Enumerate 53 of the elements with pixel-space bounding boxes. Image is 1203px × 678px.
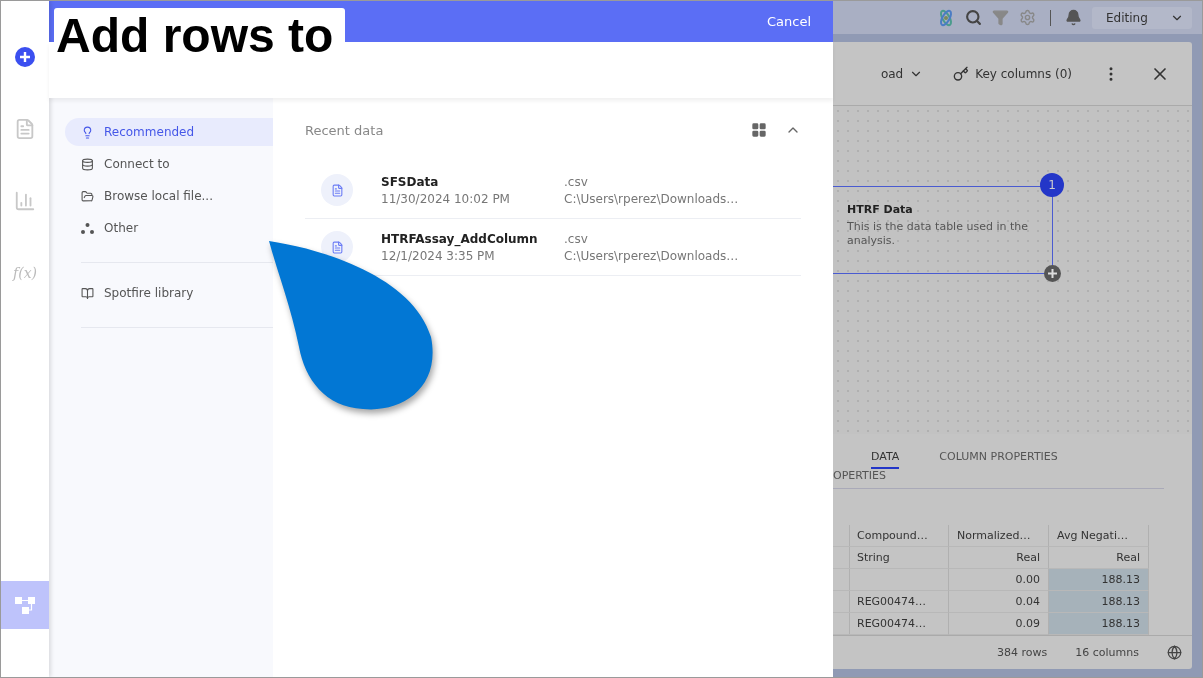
- tab[interactable]: COLUMN PROPERTIES: [939, 450, 1058, 469]
- node-title: HTRF Data: [847, 203, 914, 216]
- node-badge: 1: [1040, 173, 1064, 197]
- load-menu[interactable]: oad: [880, 66, 924, 81]
- file-name: SFSData: [381, 174, 440, 189]
- tab[interactable]: DATA: [871, 450, 900, 469]
- document-icon: [14, 118, 36, 140]
- column-type: String: [849, 547, 949, 569]
- file-icon: [321, 174, 353, 206]
- table-cell: 188.13: [1049, 591, 1149, 613]
- grid-view-icon[interactable]: [751, 122, 767, 138]
- table-cell: 188.13: [1049, 613, 1149, 635]
- search-icon[interactable]: [965, 9, 982, 26]
- key-icon: [953, 65, 970, 82]
- column-header[interactable]: Normalized…: [949, 525, 1049, 547]
- mode-dropdown[interactable]: Editing: [1092, 6, 1192, 29]
- add-icon[interactable]: [1044, 265, 1061, 282]
- tab[interactable]: OPERTIES: [833, 469, 1164, 489]
- row-count: 384 rows: [997, 646, 1048, 659]
- file-date: 12/1/2024 3:35 PM: [381, 248, 496, 263]
- cancel-button[interactable]: Cancel: [760, 13, 817, 30]
- formula-icon: f(x): [13, 265, 37, 281]
- file-path: C:\Users\rperez\Downloads…: [564, 191, 740, 206]
- table-cell: REG00474…: [849, 591, 949, 613]
- nav-item[interactable]: Spotfire library: [65, 279, 273, 307]
- column-header[interactable]: Avg Negati…: [1049, 525, 1149, 547]
- bell-icon[interactable]: [1065, 9, 1082, 26]
- bar-chart-icon: [14, 190, 36, 212]
- file-type: .csv: [564, 231, 589, 246]
- database-icon: [81, 157, 94, 171]
- table-cell: REG00474…: [849, 613, 949, 635]
- column-header[interactable]: Compound…: [849, 525, 949, 547]
- nav-item[interactable]: Connect to: [65, 150, 273, 178]
- lightbulb-icon: [81, 125, 94, 139]
- book-icon: [81, 286, 94, 300]
- folder-icon: [81, 189, 94, 203]
- column-type: Real: [949, 547, 1049, 569]
- section-title: Recent data: [305, 122, 384, 138]
- file-name: HTRFAssay_AddColumn: [381, 231, 539, 246]
- nav-item[interactable]: Other: [65, 214, 273, 242]
- globe-icon[interactable]: [1167, 645, 1182, 660]
- key-columns-button[interactable]: Key columns (0): [953, 65, 1072, 82]
- column-count: 16 columns: [1075, 646, 1139, 659]
- table-cell: 188.13: [1049, 569, 1149, 591]
- add-icon: [15, 47, 35, 67]
- file-path: C:\Users\rperez\Downloads…: [564, 248, 740, 263]
- dots-icon: [81, 222, 94, 234]
- diagram-icon: [14, 595, 36, 615]
- nav-item[interactable]: Recommended: [65, 118, 273, 146]
- file-type: .csv: [564, 174, 589, 189]
- nav-item[interactable]: Browse local file...: [65, 182, 273, 210]
- node-description: This is the data table used in the analysis.: [847, 220, 1029, 248]
- file-date: 11/30/2024 10:02 PM: [381, 191, 511, 206]
